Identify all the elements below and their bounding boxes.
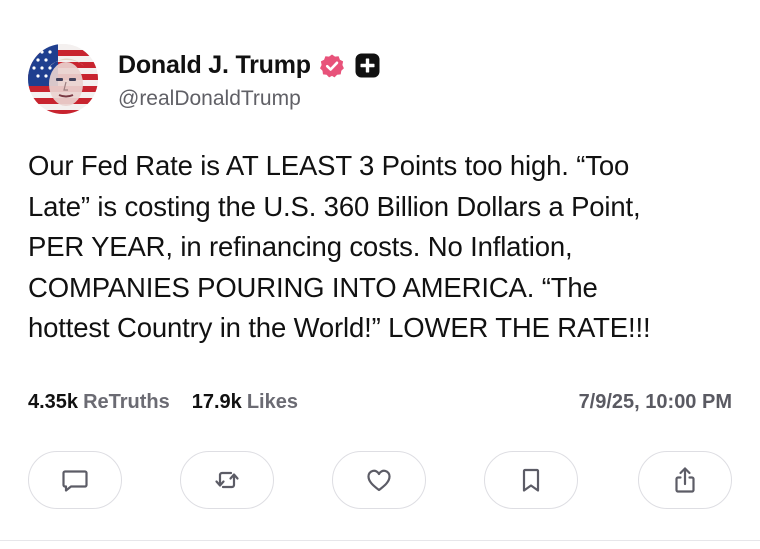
author-identity: Donald J. Trump @realDonaldTrump (118, 48, 380, 111)
likes-count[interactable]: 17.9k (192, 391, 242, 414)
heart-icon (367, 469, 391, 492)
like-button[interactable] (332, 451, 426, 509)
retruths-label[interactable]: ReTruths (83, 391, 170, 414)
verified-badge-icon (319, 53, 345, 79)
avatar[interactable] (28, 44, 98, 114)
reply-button[interactable] (28, 451, 122, 509)
likes-label[interactable]: Likes (247, 391, 298, 414)
author-display-name[interactable]: Donald J. Trump (118, 51, 311, 80)
author-handle[interactable]: @realDonaldTrump (118, 87, 380, 111)
share-button[interactable] (638, 451, 732, 509)
retruths-count[interactable]: 4.35k (28, 391, 78, 414)
retruth-icon (215, 471, 239, 489)
retruth-button[interactable] (180, 451, 274, 509)
share-icon (675, 467, 695, 493)
bookmark-button[interactable] (484, 451, 578, 509)
post-actions-bar (28, 451, 732, 509)
post-stats: 4.35k ReTruths 17.9k Likes 7/9/25, 10:00… (28, 388, 732, 416)
post-card: Donald J. Trump @realDonaldTrump Our Fed… (0, 0, 760, 549)
avatar-image (28, 44, 98, 114)
comment-icon (62, 470, 88, 492)
post-body-text: Our Fed Rate is AT LEAST 3 Points too hi… (28, 150, 651, 343)
truth-plus-icon (355, 53, 380, 78)
post-header: Donald J. Trump @realDonaldTrump (28, 44, 380, 114)
post-timestamp: 7/9/25, 10:00 PM (578, 390, 732, 413)
bookmark-icon (522, 468, 540, 492)
divider (0, 540, 760, 541)
name-row: Donald J. Trump (118, 48, 380, 84)
